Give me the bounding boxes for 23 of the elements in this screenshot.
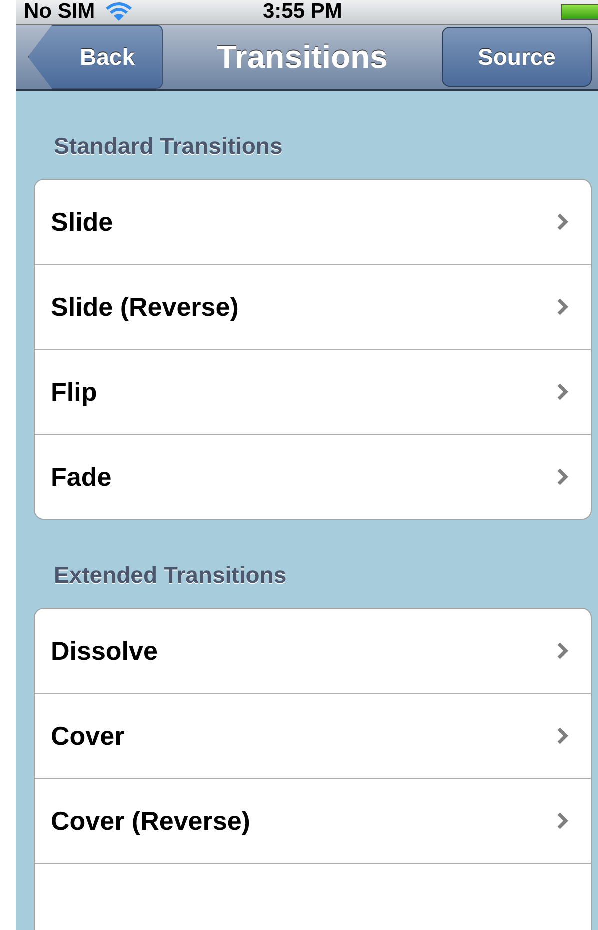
- chevron-icon: [557, 213, 569, 231]
- chevron-icon: [557, 642, 569, 660]
- nav-title: Transitions: [216, 38, 389, 76]
- chevron-icon: [557, 812, 569, 830]
- chevron-icon: [557, 298, 569, 316]
- section-header: Extended Transitions: [53, 561, 288, 590]
- back-button[interactable]: Back: [28, 25, 163, 89]
- table-row[interactable]: Cover (Reverse): [35, 778, 591, 863]
- section-header: Standard Transitions: [53, 132, 284, 161]
- table-row[interactable]: Slide (Reverse): [35, 264, 591, 349]
- chevron-icon: [557, 468, 569, 486]
- clock-time: 3:55 PM: [263, 0, 342, 24]
- table-row[interactable]: Fade: [35, 434, 591, 519]
- wifi-icon: [105, 1, 134, 23]
- chevron-icon: [557, 727, 569, 745]
- chevron-icon: [557, 383, 569, 401]
- battery-icon: [561, 4, 598, 20]
- table-row[interactable]: Slide: [35, 180, 591, 264]
- table-row[interactable]: Cover: [35, 693, 591, 778]
- source-button[interactable]: Source: [442, 27, 592, 87]
- carrier-label: No SIM: [24, 0, 96, 24]
- table-row[interactable]: Dissolve: [35, 609, 591, 693]
- table-row[interactable]: Flip: [35, 349, 591, 434]
